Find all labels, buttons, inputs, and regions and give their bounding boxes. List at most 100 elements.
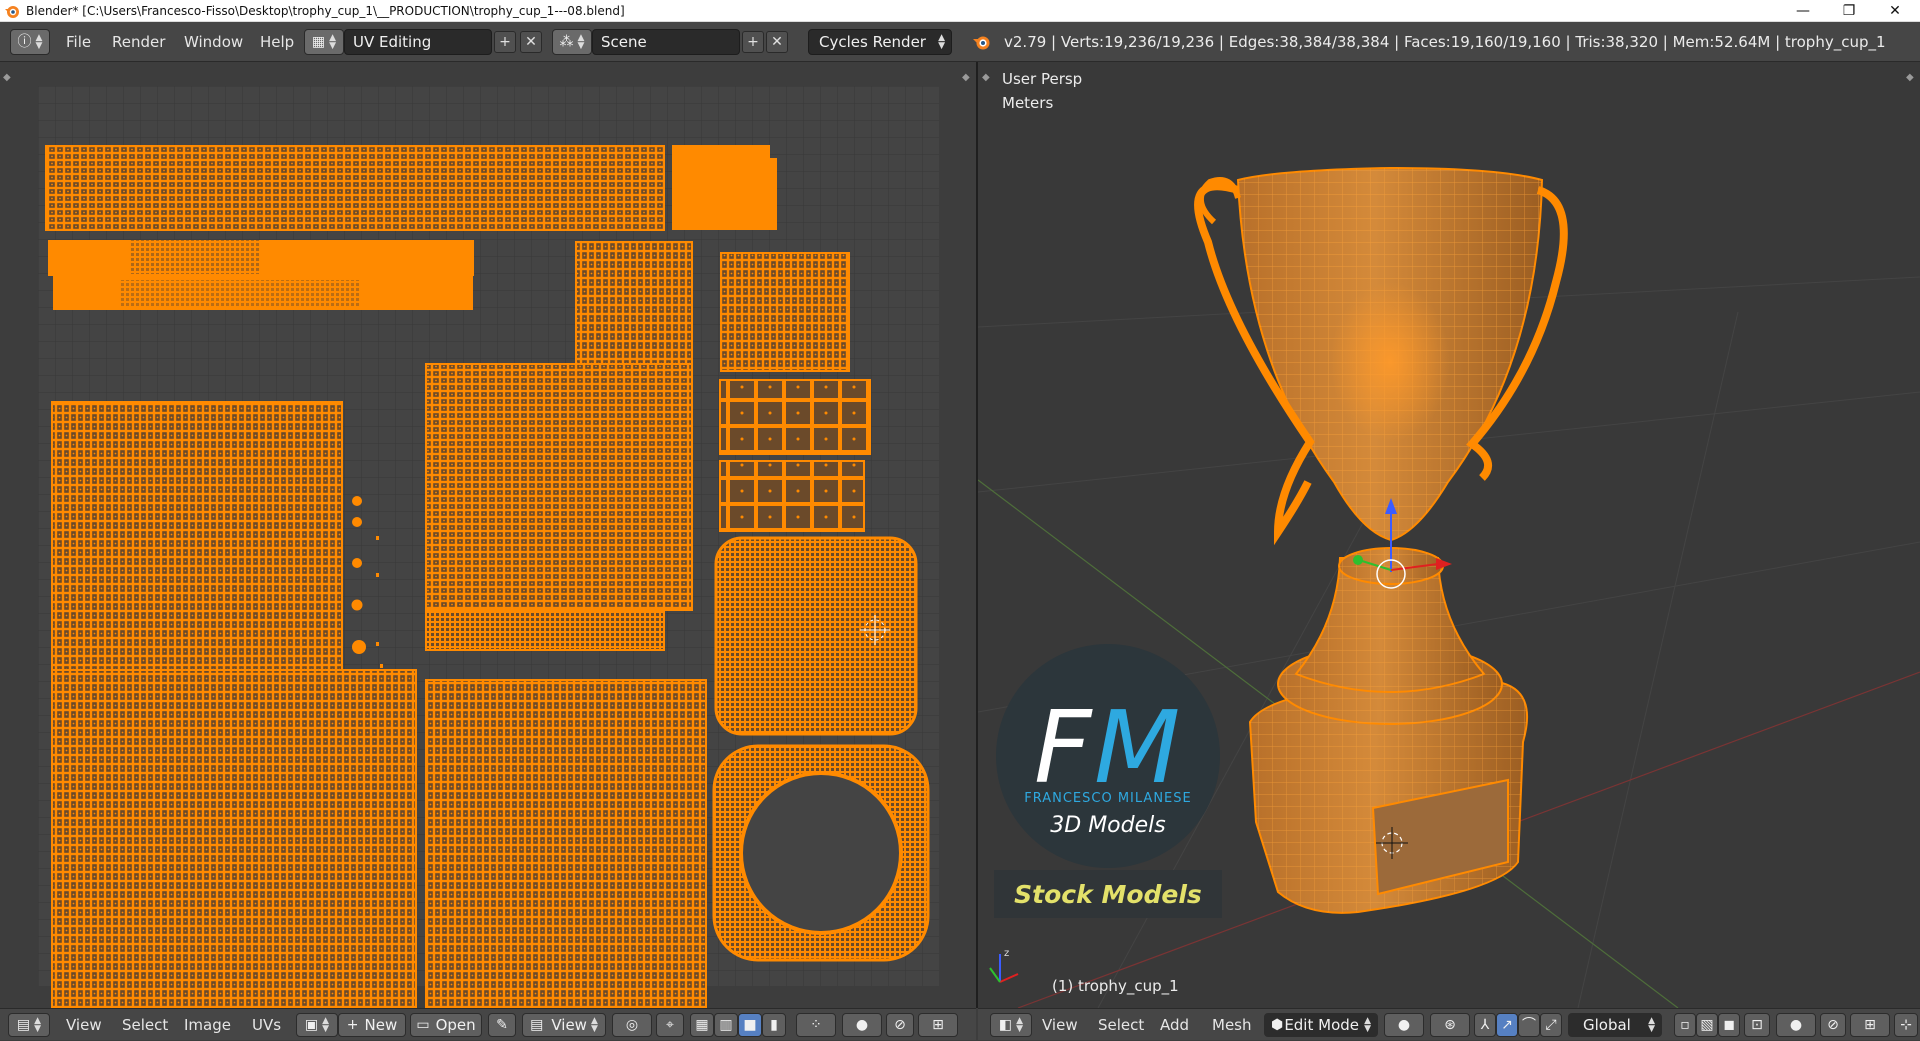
vp-menu-mesh[interactable]: Mesh [1212, 1009, 1252, 1041]
image-browse-icon: ▣ [304, 1017, 319, 1033]
snap-toggle-button[interactable]: ⊘ [1820, 1013, 1846, 1037]
uv-menu-image[interactable]: Image [184, 1009, 231, 1041]
translate-manipulator-button[interactable]: ↗ [1496, 1013, 1518, 1037]
rotate-manipulator-button[interactable]: ⌒ [1518, 1013, 1540, 1037]
scene-name: Scene [601, 33, 647, 51]
occlude-geometry-button[interactable]: ⊡ [1744, 1013, 1770, 1037]
vp-menu-add[interactable]: Add [1160, 1009, 1189, 1041]
uv-island[interactable] [719, 379, 871, 455]
uv-island[interactable] [720, 252, 850, 372]
pivot-button[interactable]: ◎ [612, 1013, 652, 1037]
menu-file[interactable]: File [66, 22, 91, 62]
view-mode-dropdown[interactable]: ▤ View ▲ ▼ [522, 1013, 606, 1037]
scene-field[interactable]: Scene [592, 29, 740, 55]
blender-logo-icon [973, 36, 990, 50]
uv-canvas[interactable] [0, 62, 976, 1008]
interaction-mode-dropdown[interactable]: ⬢ Edit Mode ▲ ▼ [1264, 1013, 1378, 1037]
uv-menu-uvs[interactable]: UVs [252, 1009, 281, 1041]
scene-type-button[interactable]: ⁂ ▲ ▼ [552, 29, 592, 55]
proportional-edit-dropdown[interactable]: ● [842, 1013, 882, 1037]
uv-island[interactable] [425, 679, 707, 1008]
blender-icon [5, 5, 19, 18]
close-button[interactable]: ✕ [1872, 0, 1918, 22]
minimize-button[interactable]: — [1780, 0, 1826, 22]
viewport-shading-dropdown[interactable]: ● [1384, 1013, 1424, 1037]
vertex-select-button[interactable]: ▫ [1674, 1013, 1696, 1037]
layout-grid-icon: ▦ [311, 34, 326, 50]
edge-select-button[interactable]: ▥ [714, 1013, 738, 1037]
snap-element-dropdown[interactable]: ⊞ [918, 1013, 958, 1037]
region-expand-icon[interactable]: ◆ [1906, 72, 1914, 83]
remove-screen-button[interactable]: ✕ [520, 31, 542, 53]
image-browse-button[interactable]: ▣ ▲ ▼ [296, 1013, 338, 1037]
open-image-button[interactable]: ▭ Open [410, 1013, 482, 1037]
snap-element-icon: ⊞ [1864, 1017, 1876, 1033]
solid-shading-icon: ● [1397, 1017, 1411, 1033]
info-icon: ⓘ [17, 34, 32, 50]
editor-type-button[interactable]: ◧ ▲ ▼ [990, 1013, 1032, 1037]
proportional-edit-icon: ● [1789, 1017, 1803, 1033]
sticky-mode-dropdown[interactable]: ⁘ [796, 1013, 836, 1037]
pin-image-button[interactable]: ✎ [488, 1013, 516, 1037]
vp-menu-select[interactable]: Select [1098, 1009, 1144, 1041]
screen-layout-type-button[interactable]: ▦ ▲ ▼ [304, 29, 344, 55]
francesco-milanese-logo: F M FRANCESCO MILANESE 3D Models [994, 642, 1222, 870]
uv-island[interactable] [719, 460, 865, 532]
image-editor-icon: ▤ [16, 1017, 31, 1033]
uv-island[interactable] [672, 145, 777, 230]
render-engine-dropdown[interactable]: Cycles Render ▲ ▼ [808, 29, 952, 55]
y-arrow-icon[interactable] [1353, 555, 1363, 565]
edge-select-button[interactable]: ▧ [1696, 1013, 1718, 1037]
snap-toggle-button[interactable]: ⊘ [886, 1013, 914, 1037]
snap-target-dropdown[interactable]: ⊹ [1894, 1013, 1918, 1037]
region-expand-icon[interactable]: ◆ [982, 72, 990, 83]
maximize-button[interactable]: ❐ [1826, 0, 1872, 22]
editor-type-button[interactable]: ▤ ▲ ▼ [8, 1013, 50, 1037]
vertex-select-icon: ▫ [1680, 1017, 1690, 1033]
snap-target-icon: ⊹ [1900, 1017, 1912, 1033]
transform-orientation-dropdown[interactable]: Global ▲ ▼ [1568, 1013, 1662, 1037]
uv-island[interactable] [45, 145, 665, 231]
vp-menu-view[interactable]: View [1042, 1009, 1078, 1041]
uv-image-editor[interactable]: ◆ ◆ [0, 62, 976, 1008]
uv-island[interactable] [51, 669, 417, 1008]
editor-type-info-button[interactable]: ⓘ ▲ ▼ [10, 29, 50, 55]
uv-island[interactable] [425, 609, 665, 651]
plus-icon: + [346, 1017, 359, 1033]
uv-island[interactable] [575, 241, 693, 367]
uv-menu-view[interactable]: View [66, 1009, 102, 1041]
uv-island[interactable] [51, 401, 343, 671]
snap-element-dropdown[interactable]: ⊞ [1850, 1013, 1890, 1037]
uv-island[interactable] [714, 536, 918, 736]
3d-viewport[interactable]: z User Persp Meters (1) trophy_cup_1 ◆ ◆… [978, 62, 1920, 1008]
uv-menu-select[interactable]: Select [122, 1009, 168, 1041]
island-select-button[interactable]: ▮ [762, 1013, 786, 1037]
proportional-edit-dropdown[interactable]: ● [1776, 1013, 1816, 1037]
menu-window[interactable]: Window [184, 22, 243, 62]
edit-mode-icon: ⬢ [1271, 1017, 1284, 1033]
pivot-point-dropdown[interactable]: ⊛ [1430, 1013, 1470, 1037]
uv-editor-header: ▤ ▲ ▼ View Select Image UVs ▣ ▲ ▼ + New ▭ Open… [0, 1008, 976, 1040]
region-expand-icon[interactable]: ◆ [3, 72, 11, 83]
region-expand-icon[interactable]: ◆ [962, 72, 970, 83]
sticky-select-button[interactable]: ⌖ [656, 1013, 684, 1037]
remove-scene-button[interactable]: ✕ [766, 31, 788, 53]
rotate-icon: ⌒ [1522, 1017, 1536, 1033]
add-screen-button[interactable]: + [494, 31, 516, 53]
add-scene-button[interactable]: + [742, 31, 764, 53]
vertex-select-button[interactable]: ▦ [690, 1013, 714, 1037]
menu-render[interactable]: Render [112, 22, 165, 62]
face-select-button[interactable]: ◼ [1718, 1013, 1740, 1037]
face-select-button[interactable]: ■ [738, 1013, 762, 1037]
scale-manipulator-button[interactable]: ⤢ [1540, 1013, 1562, 1037]
menu-help[interactable]: Help [260, 22, 294, 62]
pivot-point-icon: ⊛ [1444, 1017, 1456, 1033]
uv-island[interactable] [48, 240, 474, 276]
manipulator-icon: ⅄ [1480, 1017, 1490, 1033]
magnet-icon: ⊘ [1827, 1017, 1839, 1033]
new-image-button[interactable]: + New [338, 1013, 406, 1037]
manipulator-toggle-button[interactable]: ⅄ [1474, 1013, 1496, 1037]
uv-island[interactable] [425, 363, 693, 611]
window-title: Blender* [C:\Users\Francesco-Fisso\Deskt… [26, 3, 625, 18]
screen-layout-field[interactable]: UV Editing [344, 29, 492, 55]
